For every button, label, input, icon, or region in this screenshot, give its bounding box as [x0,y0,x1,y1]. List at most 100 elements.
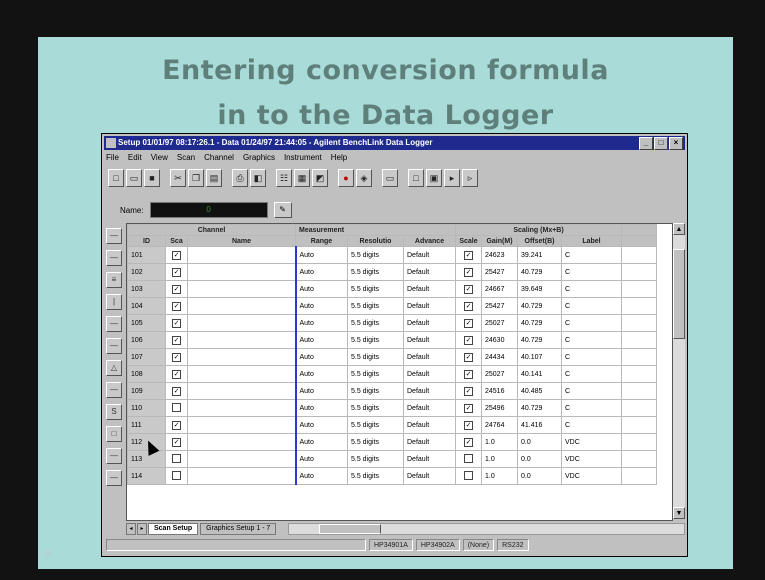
label-cell[interactable]: VDC [561,433,622,451]
channel-name-cell[interactable] [187,365,296,383]
scroll-up-icon[interactable]: ▲ [673,223,685,235]
scan-checkbox[interactable] [165,467,188,485]
sidebar-tool-8-icon[interactable]: — [106,382,122,398]
scan-checkbox[interactable]: ✓ [165,280,188,298]
checked-checkbox-icon[interactable]: ✓ [464,369,473,379]
gain-cell[interactable]: 25027 [481,314,518,332]
table-row[interactable]: 101 ✓ Auto 5.5 digits Default ✓ 24623 39.241 C [127,246,657,264]
col-scale-header[interactable]: Scale [455,235,482,247]
gain-cell[interactable]: 24667 [481,280,518,298]
step-icon[interactable]: ▹ [462,169,478,187]
gain-cell[interactable]: 24764 [481,416,518,434]
scale-checkbox[interactable]: ✓ [455,348,482,366]
extra-cell[interactable] [621,263,657,281]
resolution-cell[interactable]: 5.5 digits [347,280,404,298]
resolution-cell[interactable]: 5.5 digits [347,365,404,383]
advanced-cell[interactable]: Default [403,314,456,332]
extra-cell[interactable] [621,331,657,349]
tab-scan-setup[interactable]: Scan Setup [148,523,199,535]
extra-cell[interactable] [621,433,657,451]
extra-cell[interactable] [621,467,657,485]
channel-id-cell[interactable]: 104 [127,297,166,315]
channel-id-cell[interactable]: 114 [127,467,166,485]
channel-name-cell[interactable] [187,331,296,349]
channel-name-cell[interactable] [187,280,296,298]
table-row[interactable]: 103 ✓ Auto 5.5 digits Default ✓ 24667 39.649 C [127,280,657,298]
scan-checkbox[interactable]: ✓ [165,246,188,264]
offset-cell[interactable]: 40.729 [517,331,562,349]
label-cell[interactable]: C [561,280,622,298]
chart-icon[interactable]: ◩ [312,169,328,187]
scan-checkbox[interactable]: ✓ [165,382,188,400]
table-row[interactable]: 102 ✓ Auto 5.5 digits Default ✓ 25427 40.729 C [127,263,657,281]
offset-cell[interactable]: 40.485 [517,382,562,400]
channel-name-cell[interactable] [187,263,296,281]
gain-cell[interactable]: 24434 [481,348,518,366]
extra-cell[interactable] [621,382,657,400]
table-row[interactable]: 113 Auto 5.5 digits Default 1.0 0.0 VDC [127,450,657,468]
unchecked-checkbox-icon[interactable] [464,453,473,463]
offset-cell[interactable]: 0.0 [517,467,562,485]
menu-help[interactable]: Help [331,152,347,164]
channel-id-cell[interactable]: 103 [127,280,166,298]
gain-cell[interactable]: 25427 [481,263,518,281]
advanced-cell[interactable]: Default [403,348,456,366]
channel-name-cell[interactable] [187,246,296,264]
sidebar-tool-6-icon[interactable]: — [106,338,122,354]
sidebar-tool-10-icon[interactable]: □ [106,426,122,442]
resolution-cell[interactable]: 5.5 digits [347,263,404,281]
label-cell[interactable]: C [561,382,622,400]
table-row[interactable]: 108 ✓ Auto 5.5 digits Default ✓ 25027 40.141 C [127,365,657,383]
sidebar-tool-7-icon[interactable]: △ [106,360,122,376]
checked-checkbox-icon[interactable]: ✓ [172,352,181,362]
resolution-cell[interactable]: 5.5 digits [347,331,404,349]
preview-icon[interactable]: ◧ [250,169,266,187]
col-advanced-header[interactable]: Advance [403,235,456,247]
scale-checkbox[interactable]: ✓ [455,365,482,383]
open-icon[interactable]: ▭ [126,169,142,187]
scale-checkbox[interactable]: ✓ [455,399,482,417]
gain-cell[interactable]: 25496 [481,399,518,417]
scan-checkbox[interactable] [165,399,188,417]
tab-first-icon[interactable]: ◂ [126,523,136,535]
range-cell[interactable]: Auto [294,433,348,451]
offset-cell[interactable]: 40.729 [517,399,562,417]
label-cell[interactable]: C [561,399,622,417]
advanced-cell[interactable]: Default [403,416,456,434]
checked-checkbox-icon[interactable]: ✓ [464,420,473,430]
resolution-cell[interactable]: 5.5 digits [347,246,404,264]
scan-checkbox[interactable]: ✓ [165,433,188,451]
channel-id-cell[interactable]: 101 [127,246,166,264]
scan-checkbox[interactable]: ✓ [165,365,188,383]
extra-cell[interactable] [621,365,657,383]
advanced-cell[interactable]: Default [403,433,456,451]
checked-checkbox-icon[interactable]: ✓ [172,369,181,379]
sidebar-tool-9-icon[interactable]: S [106,404,122,420]
channel-id-cell[interactable]: 105 [127,314,166,332]
name-edit-button[interactable]: ✎ [273,202,292,218]
channel-name-cell[interactable] [187,399,296,417]
gain-cell[interactable]: 24630 [481,331,518,349]
menu-file[interactable]: File [106,152,119,164]
col-resolution-header[interactable]: Resolutio [347,235,404,247]
tab-graphics-setup[interactable]: Graphics Setup 1 - 7 [200,523,277,535]
range-cell[interactable]: Auto [294,382,348,400]
label-cell[interactable]: C [561,416,622,434]
checked-checkbox-icon[interactable]: ✓ [172,267,181,277]
window-icon[interactable]: □ [408,169,424,187]
extra-cell[interactable] [621,348,657,366]
gain-cell[interactable]: 1.0 [481,450,518,468]
channel-name-cell[interactable] [187,433,296,451]
col-offset-header[interactable]: Offset(B) [517,235,562,247]
advanced-cell[interactable]: Default [403,331,456,349]
resolution-cell[interactable]: 5.5 digits [347,416,404,434]
table-row[interactable]: 110 Auto 5.5 digits Default ✓ 25496 40.729 C [127,399,657,417]
offset-cell[interactable]: 41.416 [517,416,562,434]
scroll-down-icon[interactable]: ▼ [673,507,685,519]
menu-edit[interactable]: Edit [128,152,142,164]
resolution-cell[interactable]: 5.5 digits [347,433,404,451]
offset-cell[interactable]: 0.0 [517,450,562,468]
label-cell[interactable]: C [561,263,622,281]
minimize-button[interactable]: _ [639,137,653,150]
sidebar-tool-4-icon[interactable]: | [106,294,122,310]
